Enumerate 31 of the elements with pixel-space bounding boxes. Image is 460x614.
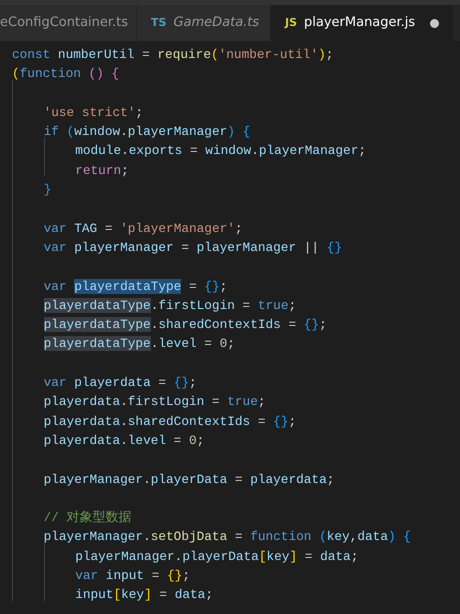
code-line: 'use strict'; (44, 104, 144, 122)
code-line: var input = {}; (75, 567, 190, 586)
code-line: playerManager.playerData[key] = data; (75, 548, 358, 566)
code-line: var TAG = 'playerManager'; (44, 220, 243, 238)
code-line: playerdata.firstLogin = true; (44, 393, 266, 412)
code-line: var playerManager = playerManager || {} (44, 238, 342, 257)
code-line: var playerdata = {}; (44, 374, 197, 392)
code-line: module.exports = window.playerManager; (75, 142, 366, 160)
code-line: playerdata.sharedContextIds = {}; (44, 412, 296, 431)
code-line: if (window.playerManager) { (44, 123, 250, 142)
code-line: playerdataType.sharedContextIds = {}; (44, 316, 327, 334)
editor-tab[interactable]: JS playerManager.js (271, 5, 454, 41)
code-line: } (44, 181, 52, 200)
code-line: playerManager.playerData = playerdata; (44, 470, 334, 489)
editor-tab[interactable]: eConfigContainer.ts (0, 5, 136, 41)
code-line: // 对象型数据 (44, 509, 132, 528)
editor-tab[interactable]: TS GameData.ts (137, 5, 270, 41)
tab-label: playerManager.js (304, 14, 416, 32)
code-line: playerdataType.level = 0; (44, 335, 235, 354)
code-line: return; (75, 162, 129, 180)
file-type-icon: TS (151, 14, 166, 32)
code-line: input[key] = data; (75, 586, 213, 604)
tab-label: eConfigContainer.ts (0, 14, 128, 32)
tab-label: GameData.ts (173, 14, 260, 32)
code-line: var playerdataType = {}; (44, 278, 228, 296)
code-line: (function () { (12, 65, 120, 84)
code-line: playerManager.setObjData = function (key,data) { (44, 528, 411, 546)
code-line: const numberUtil = require('number-util'); (12, 46, 334, 64)
code-line: playerdataType.firstLogin = true; (44, 296, 296, 315)
code-line: playerdata.level = 0; (44, 432, 204, 450)
file-type-icon: JS (285, 14, 298, 32)
